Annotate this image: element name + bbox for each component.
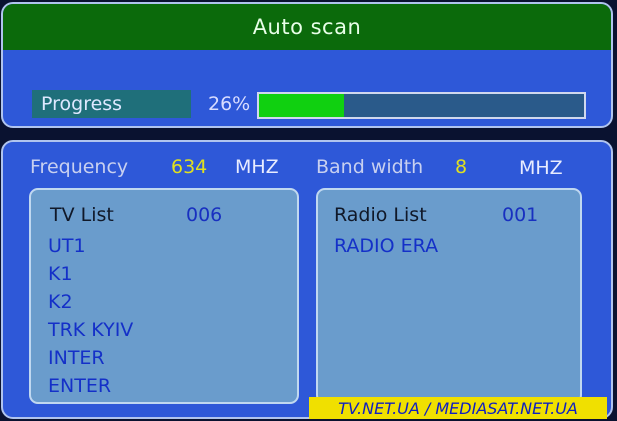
radio-list-count: 001 xyxy=(502,204,539,226)
list-item[interactable]: RADIO ERA xyxy=(334,232,438,260)
list-item[interactable]: TRK KYIV xyxy=(48,316,133,344)
radio-list-items: RADIO ERA xyxy=(334,232,438,260)
tv-list-count: 006 xyxy=(186,204,223,226)
bandwidth-unit: MHZ xyxy=(519,157,563,179)
channel-results-panel: Frequency 634 MHZ Band width 8 MHZ TV Li… xyxy=(1,140,613,419)
tv-list-items: UT1 K1 K2 TRK KYIV INTER ENTER xyxy=(48,232,133,400)
list-item[interactable]: UT1 xyxy=(48,232,133,260)
list-item[interactable]: ENTER xyxy=(48,372,133,400)
progress-bar xyxy=(257,92,586,119)
list-item[interactable]: INTER xyxy=(48,344,133,372)
scan-status-panel: Auto scan Progress 26% xyxy=(1,2,613,128)
list-item[interactable]: K1 xyxy=(48,260,133,288)
radio-list-header: Radio List xyxy=(334,204,427,226)
progress-percent: 26% xyxy=(208,93,251,115)
progress-bar-fill xyxy=(259,94,344,117)
frequency-unit: MHZ xyxy=(235,156,279,178)
bandwidth-value: 8 xyxy=(455,156,468,178)
list-item[interactable]: K2 xyxy=(48,288,133,316)
progress-label: Progress xyxy=(32,90,191,118)
watermark: TV.NET.UA / MEDIASAT.NET.UA xyxy=(309,397,607,419)
radio-channel-list[interactable]: Radio List 001 RADIO ERA xyxy=(316,188,582,404)
tv-channel-list[interactable]: TV List 006 UT1 K1 K2 TRK KYIV INTER ENTER xyxy=(29,188,299,404)
frequency-label: Frequency xyxy=(30,156,129,178)
frequency-value: 634 xyxy=(171,156,208,178)
page-title: Auto scan xyxy=(3,4,611,50)
bandwidth-label: Band width xyxy=(316,156,424,178)
tv-list-header: TV List xyxy=(50,204,114,226)
